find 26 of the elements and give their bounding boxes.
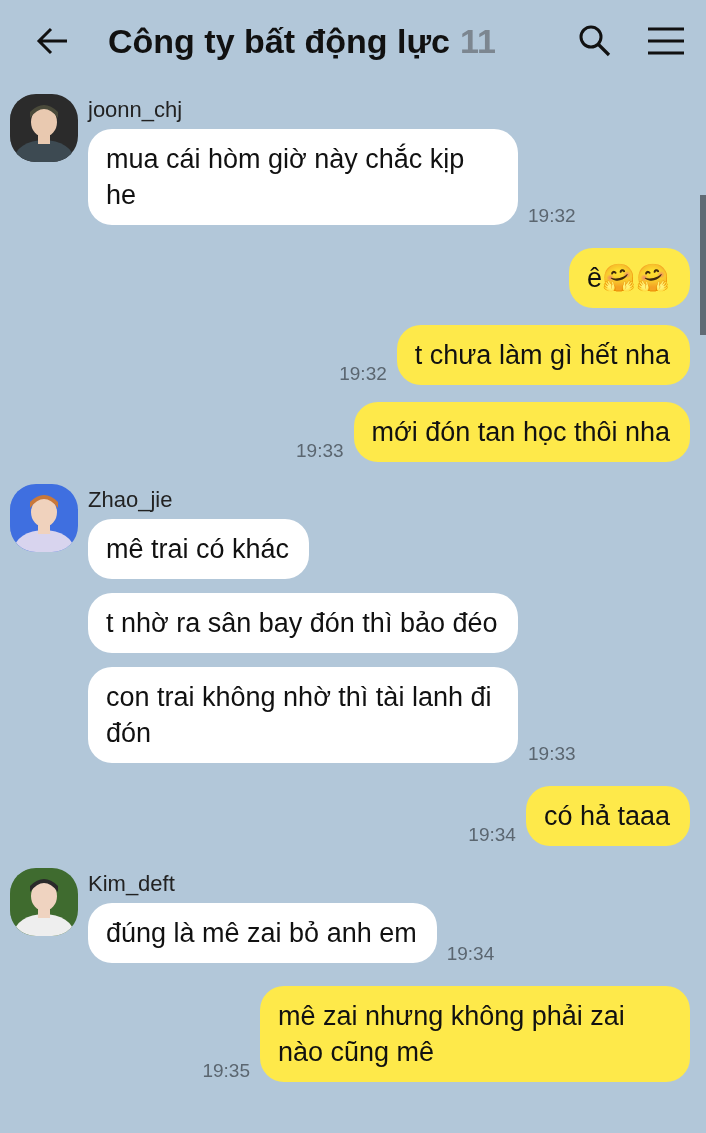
message-bubble: ê🤗🤗 <box>568 248 690 308</box>
message-bubble: mới đón tan học thôi nha <box>353 402 690 462</box>
message-bubble: mê zai nhưng không phải zai nào cũng mê <box>260 986 690 1082</box>
message-bubble: t nhờ ra sân bay đón thì bảo đéo <box>88 593 518 653</box>
message-bubble: mê trai có khác <box>88 519 310 579</box>
message-bubble: có hả taaa <box>525 786 690 846</box>
scrollbar[interactable] <box>700 195 706 335</box>
timestamp: 19:34 <box>468 824 516 846</box>
search-icon[interactable] <box>578 24 612 58</box>
sender-name: Kim_deft <box>88 871 176 897</box>
timestamp: 19:34 <box>446 943 495 965</box>
menu-icon[interactable] <box>648 26 684 56</box>
message-bubble: mua cái hòm giờ này chắc kịp he <box>88 129 518 225</box>
member-count: 11 <box>459 21 496 61</box>
sender-name: Zhao_jie <box>88 487 174 513</box>
back-arrow-icon[interactable] <box>36 26 70 56</box>
timestamp: 19:32 <box>339 363 387 385</box>
timestamp: 19:35 <box>202 1060 250 1082</box>
timestamp: 19:33 <box>528 743 576 765</box>
message-bubble: đúng là mê zai bỏ anh em <box>88 903 437 963</box>
message-bubble: con trai không nhờ thì tài lanh đi đón <box>88 667 518 763</box>
timestamp: 19:33 <box>296 440 344 462</box>
sender-name: joonn_chj <box>88 97 184 123</box>
message-bubble: t chưa làm gì hết nha <box>396 325 690 385</box>
timestamp: 19:32 <box>528 205 576 227</box>
chat-title: Công ty bất động lực <box>108 21 450 61</box>
